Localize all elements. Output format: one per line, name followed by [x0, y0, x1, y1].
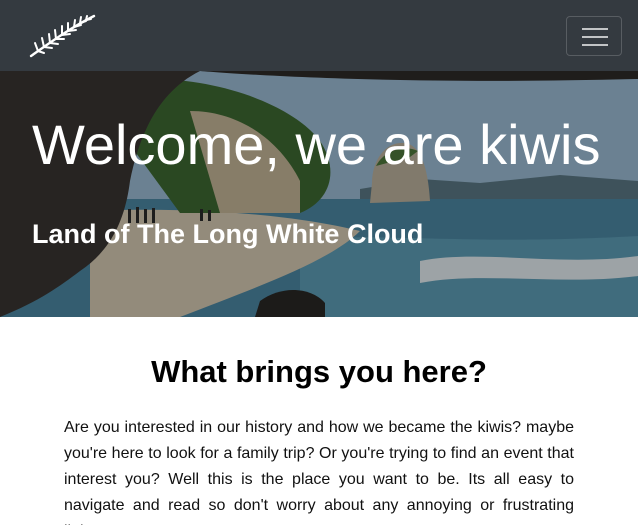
- hero-subtitle: Land of The Long White Cloud: [32, 219, 424, 249]
- hero-overlay: [0, 71, 638, 317]
- top-navbar: [0, 0, 638, 71]
- hamburger-menu-icon: [582, 28, 608, 46]
- intro-paragraph: Are you interested in our history and ho…: [64, 419, 574, 525]
- section-heading: What brings you here?: [151, 354, 487, 389]
- navbar-toggle-button[interactable]: [566, 16, 622, 56]
- hero-banner: Welcome, we are kiwis Land of The Long W…: [0, 71, 638, 317]
- silver-fern-icon[interactable]: [28, 14, 96, 60]
- hero-title: Welcome, we are kiwis: [32, 113, 601, 176]
